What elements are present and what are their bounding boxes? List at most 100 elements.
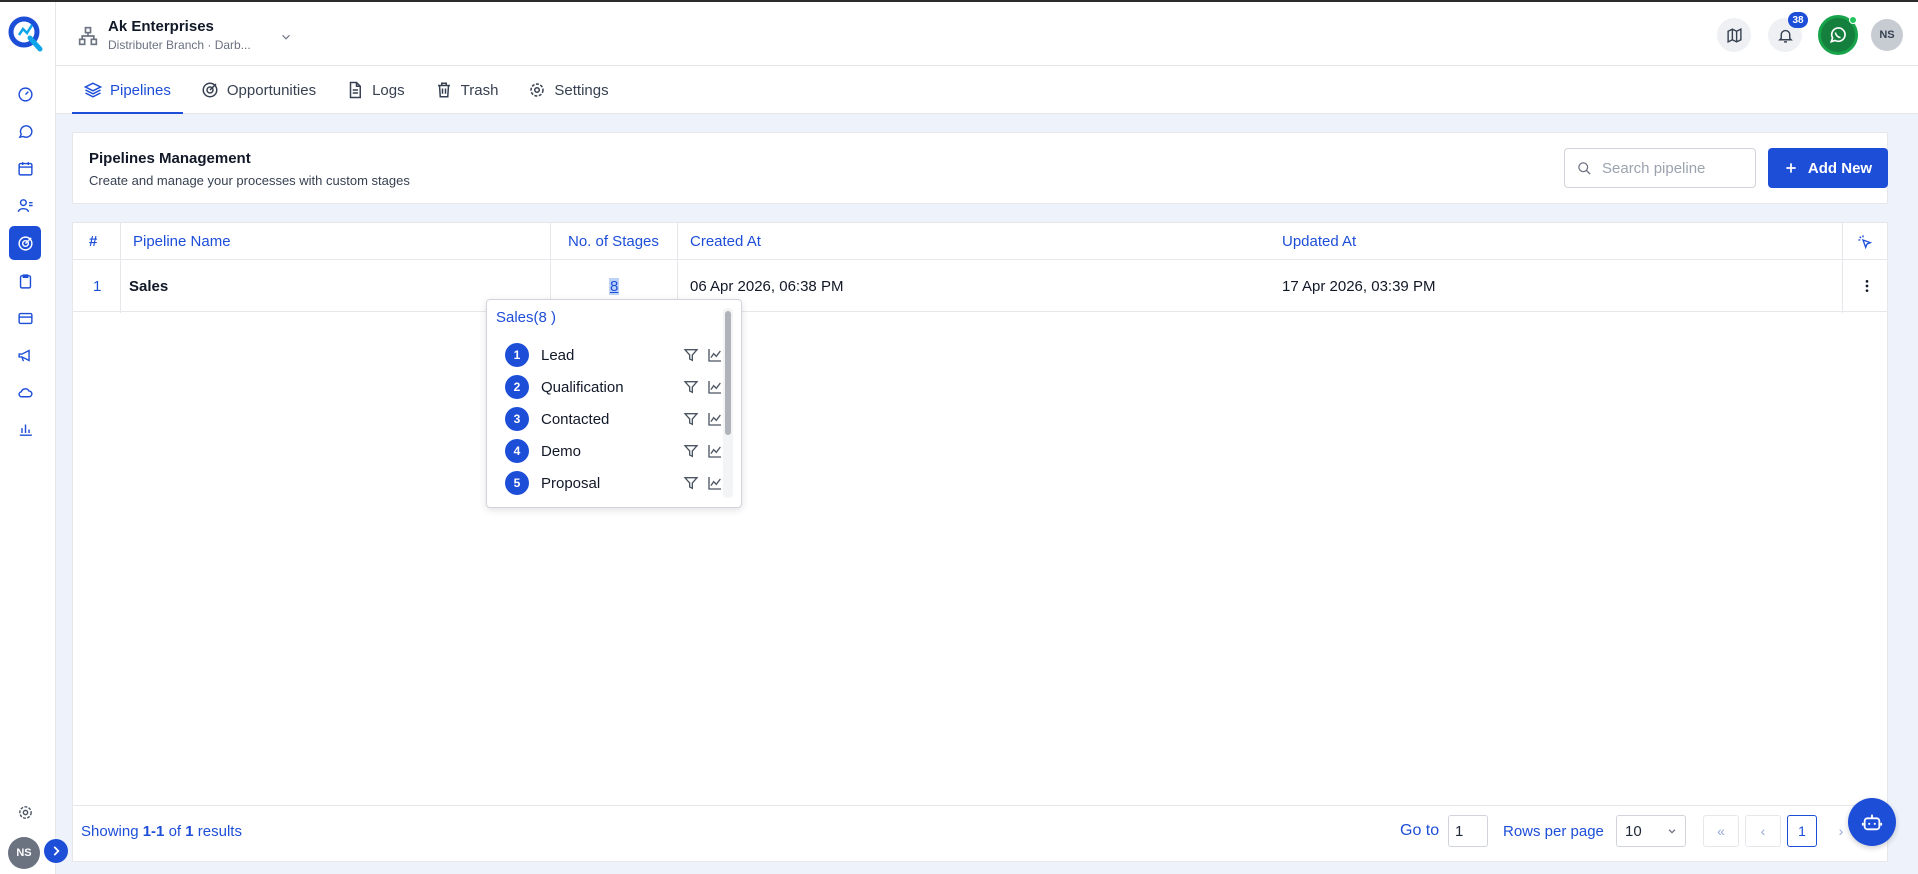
rows-per-page-select[interactable]: 10 (1616, 815, 1686, 847)
stage-name: Contacted (541, 410, 610, 428)
goto-page-input[interactable]: 1 (1448, 815, 1488, 847)
app-frame: NS Ak Enterprises Distributer Branch · D… (0, 0, 1918, 874)
chevron-down-icon (281, 34, 290, 40)
table-header: # Pipeline Name No. of Stages Created At… (73, 223, 1887, 260)
column-header-updated[interactable]: Updated At (1282, 223, 1356, 260)
stages-count[interactable]: 8 (609, 277, 620, 295)
tab-pipelines[interactable]: Pipelines (72, 66, 183, 114)
popover-title: Sales(8 ) (496, 309, 557, 326)
pipeline-name[interactable]: Sales (129, 260, 168, 312)
clipboard-icon[interactable] (12, 268, 38, 294)
column-header-index: # (89, 233, 98, 250)
filter-icon[interactable] (683, 411, 699, 427)
settings-gear-icon[interactable] (12, 799, 38, 825)
filter-icon[interactable] (683, 347, 699, 363)
megaphone-icon[interactable] (12, 342, 38, 368)
trash-icon (437, 82, 450, 98)
stage-name: Proposal (541, 474, 601, 492)
add-new-button[interactable]: Add New (1768, 148, 1888, 188)
results-summary: Showing 1-1 of 1 results (81, 823, 242, 840)
tab-label: Settings (554, 81, 609, 99)
plus-icon (1786, 163, 1796, 173)
notifications-button[interactable]: 38 (1768, 12, 1808, 52)
page-title: Pipelines Management (89, 150, 251, 167)
whatsapp-icon (1830, 27, 1846, 43)
branch-icon (78, 26, 98, 46)
line-chart-icon[interactable] (707, 443, 723, 459)
first-page-button[interactable]: « (1703, 815, 1739, 847)
map-button[interactable] (1717, 18, 1751, 52)
online-status-dot (1849, 16, 1857, 24)
org-name: Ak Enterprises (108, 18, 214, 35)
tab-opportunities[interactable]: Opportunities (189, 66, 328, 114)
column-header-created[interactable]: Created At (690, 223, 761, 260)
top-header: Ak Enterprises Distributer Branch · Darb… (56, 2, 1918, 66)
dashboard-icon[interactable] (12, 81, 38, 107)
table-row[interactable]: 1 Sales 8 06 Apr 2026, 06:38 PM 17 Apr 2… (73, 260, 1887, 312)
document-icon (349, 81, 362, 99)
bell-icon (1777, 29, 1793, 43)
filter-icon[interactable] (683, 443, 699, 459)
gear-icon (530, 83, 545, 97)
search-input[interactable] (1602, 159, 1742, 177)
sidebar-user-avatar[interactable]: NS (8, 837, 40, 869)
tab-trash[interactable]: Trash (423, 66, 511, 114)
stage-number: 5 (505, 471, 529, 495)
stage-name: Demo (541, 442, 582, 460)
row-menu-button[interactable] (1859, 260, 1875, 312)
stage-item[interactable]: 4 Demo (505, 438, 723, 464)
add-new-label: Add New (1807, 159, 1873, 177)
stage-name: Lead (541, 346, 575, 364)
contacts-icon[interactable] (12, 192, 38, 218)
stage-number: 2 (505, 375, 529, 399)
card-icon[interactable] (12, 305, 38, 331)
tab-logs[interactable]: Logs (334, 66, 417, 114)
line-chart-icon[interactable] (707, 379, 723, 395)
tab-label: Logs (372, 81, 405, 99)
line-chart-icon[interactable] (707, 475, 723, 491)
pipelines-header-card: Pipelines Management Create and manage y… (72, 132, 1888, 204)
tab-label: Trash (460, 81, 499, 99)
sidebar-expand-button[interactable] (44, 839, 68, 863)
stage-item[interactable]: 2 Qualification (505, 374, 723, 400)
whatsapp-button[interactable] (1818, 15, 1858, 55)
chat-icon[interactable] (12, 118, 38, 144)
cloud-icon[interactable] (12, 379, 38, 405)
org-branch: Distributer Branch · Darb... (108, 38, 251, 52)
chart-icon[interactable] (12, 416, 38, 442)
stage-item[interactable]: 1 Lead (505, 342, 723, 368)
org-switcher[interactable]: Ak Enterprises Distributer Branch · Darb… (78, 18, 293, 52)
search-box[interactable] (1564, 148, 1756, 188)
stage-item[interactable]: 3 Contacted (505, 406, 723, 432)
chevron-down-icon (1668, 829, 1676, 834)
line-chart-icon[interactable] (707, 347, 723, 363)
search-icon (1578, 161, 1591, 175)
stage-item[interactable]: 5 Proposal (505, 470, 723, 496)
line-chart-icon[interactable] (707, 411, 723, 427)
prev-page-button[interactable]: ‹ (1745, 815, 1781, 847)
goto-label: Go to (1400, 822, 1440, 839)
tab-label: Pipelines (110, 81, 171, 99)
pipeline-icon[interactable] (9, 226, 41, 260)
user-avatar[interactable]: NS (1871, 19, 1903, 51)
sidebar: NS (0, 2, 68, 874)
popover-scrollbar[interactable] (725, 311, 731, 435)
updated-at: 17 Apr 2026, 03:39 PM (1282, 277, 1436, 295)
stages-popover: Sales(8 ) 1 Lead 2 Qualification 3 Conta… (486, 299, 742, 508)
more-vertical-icon (1865, 280, 1869, 292)
target-icon (202, 82, 218, 98)
calendar-icon[interactable] (12, 155, 38, 181)
app-logo-icon[interactable] (8, 16, 44, 52)
chatbot-button[interactable] (1848, 798, 1896, 846)
column-header-name[interactable]: Pipeline Name (133, 223, 231, 260)
tab-settings[interactable]: Settings (516, 66, 620, 114)
layers-icon (84, 82, 102, 98)
filter-icon[interactable] (683, 475, 699, 491)
sparkle-pointer-icon (1858, 234, 1873, 249)
column-header-stages[interactable]: No. of Stages (568, 223, 659, 260)
stage-number: 3 (505, 407, 529, 431)
filter-icon[interactable] (683, 379, 699, 395)
column-settings-icon[interactable] (1857, 223, 1873, 260)
page-1-button[interactable]: 1 (1787, 815, 1817, 847)
robot-icon (1861, 814, 1883, 831)
